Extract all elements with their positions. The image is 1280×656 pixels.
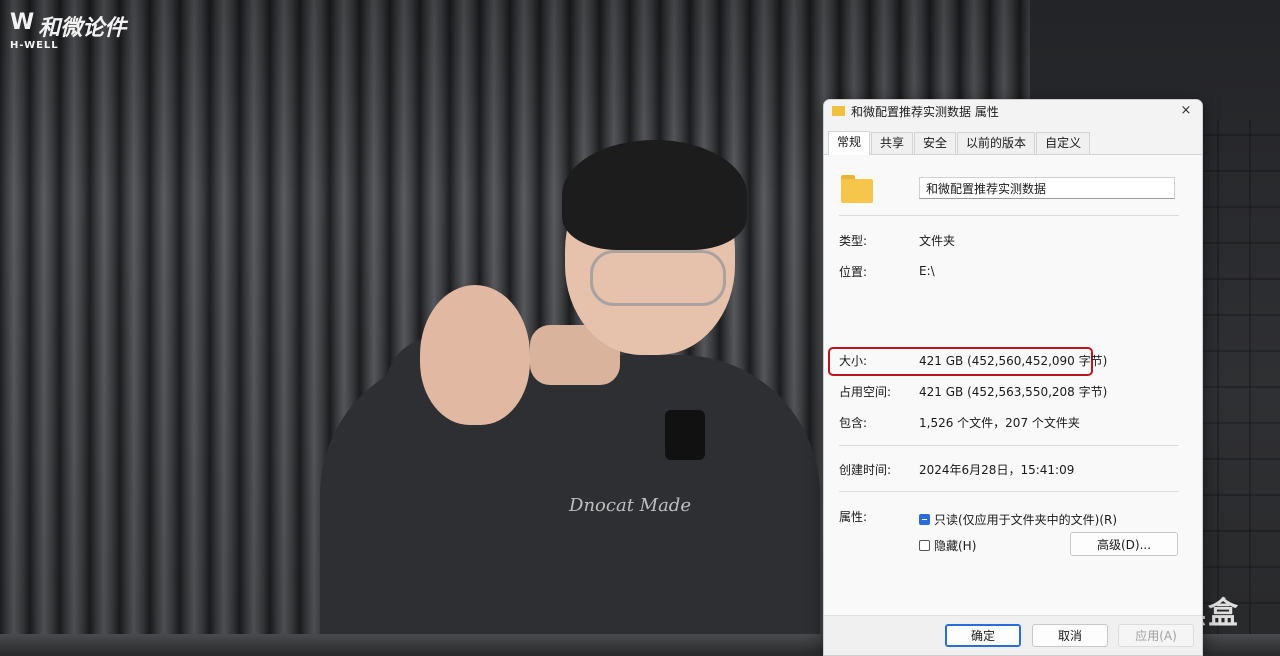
disk-size-value: 421 GB (452,563,550,208 字节) bbox=[919, 384, 1108, 399]
folder-properties-dialog: 和微配置推荐实测数据 属性 × 常规 共享 安全 以前的版本 自定义 类型: 文… bbox=[823, 99, 1203, 656]
channel-logo: W 和微论件 H-WELL bbox=[10, 10, 126, 51]
hidden-label: 隐藏(H) bbox=[934, 538, 977, 553]
divider bbox=[839, 491, 1179, 492]
presenter-hair bbox=[562, 140, 747, 250]
location-row: 位置: E:\ bbox=[839, 262, 1179, 280]
created-value: 2024年6月28日，15:41:09 bbox=[919, 462, 1075, 477]
folder-name-input[interactable] bbox=[919, 177, 1175, 199]
logo-sub-text: H-WELL bbox=[10, 40, 59, 51]
disk-size-row: 占用空间: 421 GB (452,563,550,208 字节) bbox=[839, 382, 1179, 400]
logo-brand-text: 和微论件 bbox=[38, 16, 127, 41]
contains-label: 包含: bbox=[839, 415, 868, 430]
size-row: 大小: 421 GB (452,560,452,090 字节) bbox=[839, 351, 1179, 369]
folder-icon bbox=[832, 106, 845, 116]
disk-size-label: 占用空间: bbox=[839, 384, 892, 399]
size-value: 421 GB (452,560,452,090 字节) bbox=[919, 353, 1108, 368]
contains-value: 1,526 个文件，207 个文件夹 bbox=[919, 415, 1080, 430]
hidden-checkbox[interactable] bbox=[919, 539, 930, 551]
general-tab-panel: 类型: 文件夹 位置: E:\ 大小: 421 GB (452,560,452,… bbox=[824, 155, 1202, 639]
shirt-print-text: Dnocat Made bbox=[569, 495, 691, 516]
type-label: 类型: bbox=[839, 233, 868, 248]
readonly-label: 只读(仅应用于文件夹中的文件)(R) bbox=[934, 512, 1118, 527]
tab-sharing[interactable]: 共享 bbox=[871, 132, 914, 154]
presenter-glasses bbox=[590, 250, 726, 306]
cancel-button[interactable]: 取消 bbox=[1032, 624, 1108, 647]
ok-button[interactable]: 确定 bbox=[945, 624, 1021, 647]
apply-button[interactable]: 应用(A) bbox=[1118, 624, 1194, 647]
created-row: 创建时间: 2024年6月28日，15:41:09 bbox=[839, 460, 1179, 478]
readonly-option[interactable]: 只读(仅应用于文件夹中的文件)(R) bbox=[919, 510, 1117, 528]
close-icon[interactable]: × bbox=[1178, 103, 1194, 119]
dialog-title: 和微配置推荐实测数据 属性 bbox=[851, 104, 999, 119]
type-value: 文件夹 bbox=[919, 233, 956, 248]
logo-mark: W bbox=[10, 10, 34, 35]
divider bbox=[839, 215, 1179, 216]
presenter-raised-hand bbox=[420, 285, 530, 425]
readonly-checkbox[interactable] bbox=[919, 513, 930, 525]
attributes-label: 属性: bbox=[839, 509, 868, 524]
dialog-titlebar: 和微配置推荐实测数据 属性 × bbox=[824, 100, 1202, 122]
lapel-microphone bbox=[665, 410, 705, 460]
location-value: E:\ bbox=[919, 264, 935, 278]
dialog-footer: 确定 取消 应用(A) bbox=[824, 615, 1202, 655]
hidden-option[interactable]: 隐藏(H) bbox=[919, 536, 976, 554]
tab-previous-versions[interactable]: 以前的版本 bbox=[957, 132, 1036, 154]
property-tabs: 常规 共享 安全 以前的版本 自定义 bbox=[824, 122, 1202, 155]
divider bbox=[839, 445, 1179, 446]
advanced-button[interactable]: 高级(D)... bbox=[1070, 532, 1178, 556]
location-label: 位置: bbox=[839, 264, 868, 279]
contains-row: 包含: 1,526 个文件，207 个文件夹 bbox=[839, 413, 1179, 431]
large-folder-icon bbox=[841, 175, 873, 203]
created-label: 创建时间: bbox=[839, 462, 892, 477]
presenter: Dnocat Made bbox=[300, 135, 840, 654]
tab-customize[interactable]: 自定义 bbox=[1036, 132, 1091, 154]
size-label: 大小: bbox=[839, 353, 868, 368]
tab-security[interactable]: 安全 bbox=[914, 132, 957, 154]
type-row: 类型: 文件夹 bbox=[839, 231, 1179, 249]
tab-general[interactable]: 常规 bbox=[828, 131, 871, 155]
